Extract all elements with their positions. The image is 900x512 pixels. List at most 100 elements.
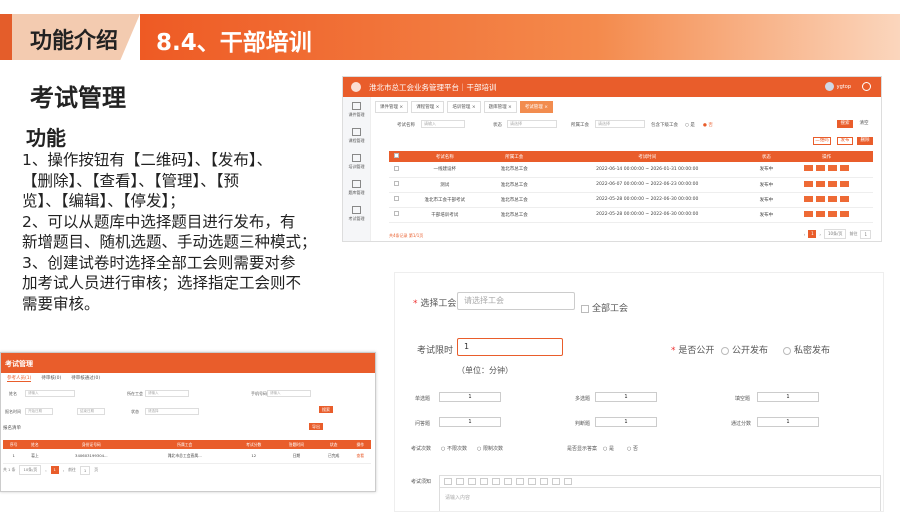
action-button[interactable] xyxy=(804,180,814,187)
tab-training[interactable]: 培训管理 × xyxy=(447,101,481,113)
action-button[interactable] xyxy=(816,210,826,217)
status-select[interactable]: 请选择 xyxy=(507,120,557,128)
bold-icon[interactable] xyxy=(456,478,464,485)
action-button[interactable] xyxy=(804,210,814,217)
time-limit-input[interactable]: 1 xyxy=(457,338,563,356)
reset-button[interactable]: 清空 xyxy=(857,120,871,128)
row-checkbox[interactable] xyxy=(393,196,399,201)
italic-icon[interactable] xyxy=(480,478,488,485)
tab-courseware[interactable]: 课件管理 × xyxy=(375,101,409,113)
page-size-select[interactable]: 10条/页 xyxy=(19,465,42,475)
search-button[interactable]: 搜索 xyxy=(319,406,333,413)
action-button[interactable] xyxy=(816,165,826,172)
align-icon[interactable] xyxy=(516,478,524,485)
help-icon[interactable] xyxy=(564,478,572,485)
action-button[interactable] xyxy=(840,210,850,217)
link-icon[interactable] xyxy=(528,478,536,485)
radio-public[interactable]: 公开发布 xyxy=(721,343,768,356)
page-size-select[interactable]: 10条/页 xyxy=(824,229,847,239)
status-select[interactable]: 请选择 xyxy=(145,408,199,415)
tab-bar: 课件管理 × 课程管理 × 培训管理 × 题库管理 × 考试管理 × xyxy=(375,101,554,113)
tab-pending[interactable]: 待审核(0) xyxy=(41,375,61,382)
action-button[interactable] xyxy=(816,180,826,187)
exam-icon xyxy=(352,206,361,214)
row-checkbox[interactable] xyxy=(393,181,399,186)
phone-input[interactable]: 请输入 xyxy=(267,390,311,397)
radio-private[interactable]: 私密发布 xyxy=(783,343,830,356)
sidebar-item-exam[interactable]: 考试管理 xyxy=(343,201,370,227)
action-button[interactable] xyxy=(816,195,826,202)
action-button[interactable] xyxy=(840,195,850,202)
row-checkbox[interactable] xyxy=(393,165,399,171)
radio-unlimited[interactable]: ○ 不限次数 xyxy=(441,445,467,452)
name-input[interactable]: 请输入 xyxy=(25,390,75,397)
publish-button[interactable]: 发布 xyxy=(837,137,853,145)
union-input[interactable]: 请输入 xyxy=(145,390,189,397)
sidebar-item-courseware[interactable]: 课件管理 xyxy=(343,97,370,123)
tab-participants[interactable]: 参考人员(1) xyxy=(7,375,32,382)
tab-course[interactable]: 课程管理 × xyxy=(411,101,445,113)
prev-page-icon[interactable]: ‹ xyxy=(804,232,806,237)
code-icon[interactable] xyxy=(552,478,560,485)
image-icon[interactable] xyxy=(540,478,548,485)
goto-page-input[interactable]: 1 xyxy=(860,229,871,239)
page-number[interactable]: 1 xyxy=(808,230,817,238)
action-button[interactable] xyxy=(828,210,838,217)
tab-exam[interactable]: 考试管理 × xyxy=(519,101,554,113)
action-button[interactable] xyxy=(804,165,814,172)
search-button[interactable]: 搜索 xyxy=(837,120,853,128)
union-select[interactable]: 请选择 xyxy=(595,120,645,128)
q-qa-input[interactable]: 1 xyxy=(439,417,501,427)
view-link[interactable]: 查看 xyxy=(349,449,371,464)
radio-show-yes[interactable]: ○ 是 xyxy=(603,445,614,452)
delete-button[interactable]: 删除 xyxy=(857,137,873,145)
prev-page-icon[interactable]: ‹ xyxy=(45,468,47,473)
table-row: 干部培训考试 淮北市总工会 2022-05-28 00:00:00 ~ 2022-0… xyxy=(389,207,873,223)
all-union-checkbox[interactable]: 全部工会 xyxy=(581,301,628,314)
action-button[interactable] xyxy=(828,165,838,172)
action-button[interactable] xyxy=(840,165,850,172)
action-button[interactable] xyxy=(804,195,814,202)
include-sub-label: 包含下级工会 xyxy=(651,123,678,128)
action-button[interactable] xyxy=(828,180,838,187)
filter-name-label: 考试名称 xyxy=(397,123,415,128)
avatar[interactable] xyxy=(824,82,834,91)
next-page-icon[interactable]: › xyxy=(819,232,821,237)
font-color-icon[interactable] xyxy=(492,478,500,485)
page-number[interactable]: 1 xyxy=(50,466,59,474)
tab-question-bank[interactable]: 题库管理 × xyxy=(483,101,517,113)
format-icon[interactable] xyxy=(444,478,452,485)
start-date-input[interactable]: 开始日期 xyxy=(25,408,53,415)
select-all-checkbox[interactable] xyxy=(393,153,399,158)
qrcode-button[interactable]: 二维码 xyxy=(813,137,831,145)
union-select[interactable]: 请选择工会 xyxy=(457,292,575,310)
action-button[interactable] xyxy=(828,195,838,202)
radio-limited[interactable]: ○ 限制次数 xyxy=(477,445,503,452)
radio-no[interactable]: ● 否 xyxy=(703,122,713,128)
export-button[interactable]: 导出 xyxy=(309,423,323,430)
q-single-input[interactable]: 1 xyxy=(439,392,501,402)
end-date-input[interactable]: 结束日期 xyxy=(77,408,105,415)
q-judge-input[interactable]: 1 xyxy=(595,417,657,427)
underline-icon[interactable] xyxy=(468,478,476,485)
q-fill-input[interactable]: 1 xyxy=(757,392,819,402)
table-header: 考试名称 所属工会 考试时间 状态 操作 xyxy=(389,151,873,162)
sidebar-item-question-bank[interactable]: 题库管理 xyxy=(343,175,370,201)
sidebar-item-course[interactable]: 课程管理 xyxy=(343,123,370,149)
exam-form-screenshot: * 选择工会 请选择工会 全部工会 考试限时 1 （单位：分钟） * 是否公开 … xyxy=(394,272,884,512)
radio-yes[interactable]: ○ 是 xyxy=(685,122,695,128)
action-button[interactable] xyxy=(840,180,850,187)
row-checkbox[interactable] xyxy=(393,211,399,216)
sidebar-item-training[interactable]: 培训管理 xyxy=(343,149,370,175)
q-multi-input[interactable]: 1 xyxy=(595,392,657,402)
rich-text-editor[interactable]: 请输入内容 xyxy=(439,475,881,511)
pass-score-input[interactable]: 1 xyxy=(757,417,819,427)
exam-name-input[interactable]: 请输入 xyxy=(421,120,465,128)
next-page-icon[interactable]: › xyxy=(63,468,65,473)
goto-page-input[interactable]: 1 xyxy=(79,465,91,475)
attempts-label: 考试次数 xyxy=(411,446,432,452)
list-icon[interactable] xyxy=(504,478,512,485)
radio-show-no[interactable]: ○ 否 xyxy=(627,445,638,452)
power-icon[interactable] xyxy=(862,82,871,91)
tab-approved[interactable]: 待审核通过(0) xyxy=(71,375,100,382)
